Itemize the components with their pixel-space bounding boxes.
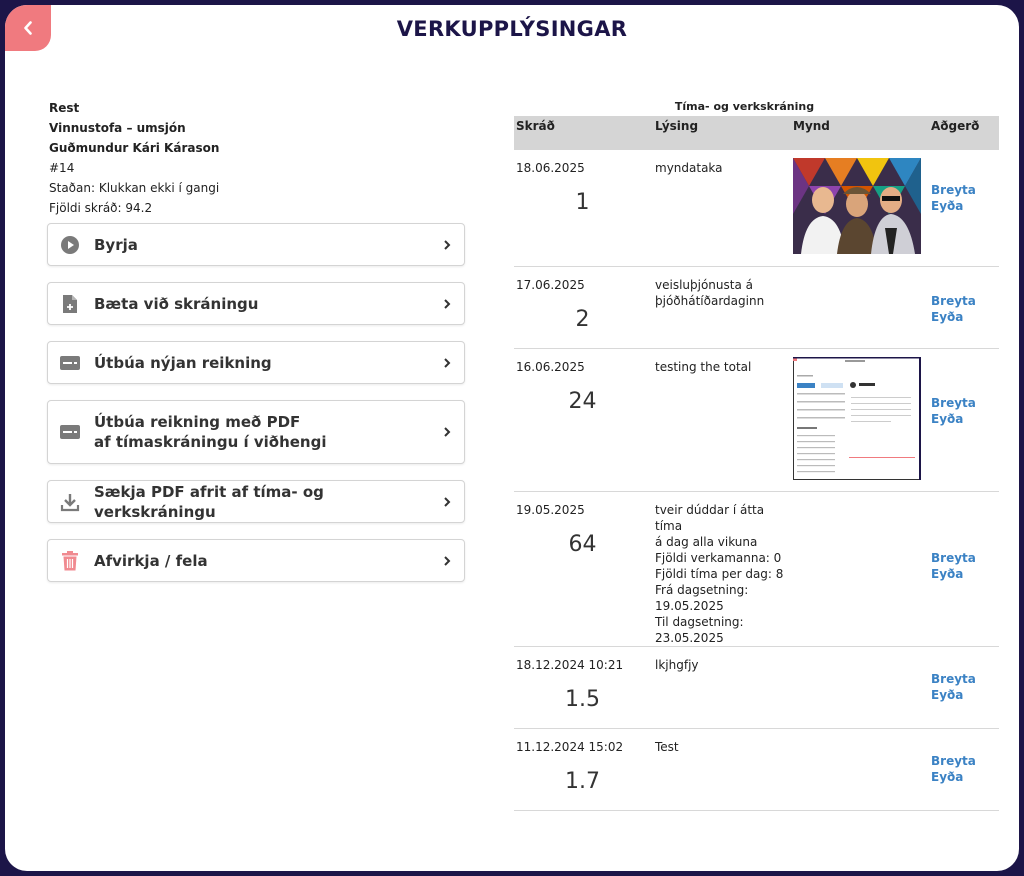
row-description: tveir dúddar í átta tíma á dag alla viku… xyxy=(655,502,784,645)
table-row: 19.05.2025 64 tveir dúddar í átta tíma á … xyxy=(514,491,999,647)
project-name: Rest xyxy=(49,101,80,115)
row-description: Test xyxy=(655,739,679,754)
row-date: 11.12.2024 15:02 xyxy=(516,739,624,754)
column-header-date: Skráð xyxy=(514,116,653,150)
row-date: 17.06.2025 xyxy=(516,277,585,292)
download-icon xyxy=(60,492,80,512)
delete-link[interactable]: Eyða xyxy=(931,769,995,785)
row-hours: 2 xyxy=(575,306,590,332)
row-date: 18.06.2025 xyxy=(516,161,585,175)
column-header-action: Aðgerð xyxy=(929,116,999,150)
row-hours: 1 xyxy=(575,190,590,215)
invoice-pdf-button[interactable]: Útbúa reikning með PDF af tímaskráningu … xyxy=(47,400,465,464)
row-photo[interactable] xyxy=(793,158,921,254)
row-screenshot[interactable] xyxy=(793,356,921,480)
download-pdf-label: Sækja PDF afrit af tíma- og verkskráning… xyxy=(94,482,324,521)
column-header-image: Mynd xyxy=(791,116,929,150)
delete-link[interactable]: Eyða xyxy=(931,309,995,325)
trash-icon xyxy=(60,550,80,571)
play-circle-icon xyxy=(60,235,80,255)
delete-link[interactable]: Eyða xyxy=(931,687,995,703)
table-caption: Tíma- og verkskráning xyxy=(674,100,815,113)
invoice-pdf-label: Útbúa reikning með PDF af tímaskráningu … xyxy=(94,413,327,451)
download-pdf-button[interactable]: Sækja PDF afrit af tíma- og verkskráning… xyxy=(47,480,465,523)
start-button[interactable]: Byrja xyxy=(47,223,465,266)
new-invoice-button[interactable]: Útbúa nýjan reikning xyxy=(47,341,465,384)
row-date: 19.05.2025 xyxy=(516,502,585,517)
row-hours: 24 xyxy=(568,388,597,414)
action-list: Byrja Bæta við skráningu Útbúa nýjan rei… xyxy=(47,223,465,598)
row-description: myndataka xyxy=(655,161,723,175)
table-row: 16.06.2025 24 testing the total Breyta E… xyxy=(514,348,999,492)
edit-link[interactable]: Breyta xyxy=(931,753,995,769)
time-log-table: Skráð Lýsing Mynd Aðgerð 18.06.2025 1 myn… xyxy=(514,116,999,811)
project-info: Rest Vinnustofa – umsjón Guðmundur Kári … xyxy=(49,98,219,218)
column-header-description: Lýsing xyxy=(653,116,791,150)
card-icon xyxy=(60,353,80,373)
add-entry-label: Bæta við skráningu xyxy=(94,294,259,313)
app-window: VERKUPPLÝSINGAR Rest Vinnustofa – umsjón… xyxy=(5,5,1019,871)
table-row: 11.12.2024 15:02 1.7 Test Breyta Eyða xyxy=(514,728,999,811)
deactivate-button[interactable]: Afvirkja / fela xyxy=(47,539,465,582)
deactivate-label: Afvirkja / fela xyxy=(94,551,208,570)
table-row: 18.06.2025 1 myndataka Breyta Eyða xyxy=(514,150,999,267)
row-date: 18.12.2024 10:21 xyxy=(516,657,624,672)
page-title: VERKUPPLÝSINGAR xyxy=(396,17,628,41)
row-description: lkjhgfjy xyxy=(655,657,699,672)
project-category: Vinnustofa – umsjón xyxy=(49,121,186,135)
project-logged: Fjöldi skráð: 94.2 xyxy=(49,201,153,215)
time-log-section: Tíma- og verkskráning Skráð Lýsing Mynd … xyxy=(514,98,999,811)
project-status: Staðan: Klukkan ekki í gangi xyxy=(49,181,220,195)
edit-link[interactable]: Breyta xyxy=(931,182,995,198)
project-person: Guðmundur Kári Kárason xyxy=(49,141,220,155)
project-number: #14 xyxy=(49,161,75,175)
edit-link[interactable]: Breyta xyxy=(931,293,995,309)
row-description: testing the total xyxy=(655,359,752,374)
chevron-right-icon xyxy=(444,496,451,507)
new-invoice-label: Útbúa nýjan reikning xyxy=(94,353,272,372)
chevron-right-icon xyxy=(444,427,451,437)
chevron-right-icon xyxy=(444,298,451,309)
edit-link[interactable]: Breyta xyxy=(931,671,995,687)
table-row: 18.12.2024 10:21 1.5 lkjhgfjy Breyta Eyða xyxy=(514,646,999,729)
row-description: veisluþjónusta á þjóðhátíðardaginn xyxy=(655,277,765,308)
chevron-right-icon xyxy=(444,357,451,368)
table-header-row: Skráð Lýsing Mynd Aðgerð xyxy=(514,116,999,150)
table-row: 17.06.2025 2 veisluþjónusta á þjóðhátíðar… xyxy=(514,266,999,349)
row-hours: 64 xyxy=(568,531,597,557)
chevron-right-icon xyxy=(444,555,451,566)
card-icon xyxy=(60,422,80,442)
edit-link[interactable]: Breyta xyxy=(931,550,995,566)
delete-link[interactable]: Eyða xyxy=(931,566,995,582)
start-label: Byrja xyxy=(94,235,138,254)
row-date: 16.06.2025 xyxy=(516,359,585,374)
row-hours: 1.5 xyxy=(565,686,600,712)
edit-link[interactable]: Breyta xyxy=(931,395,995,411)
row-hours: 1.7 xyxy=(565,768,600,794)
chevron-right-icon xyxy=(444,239,451,250)
file-plus-icon xyxy=(60,294,80,314)
delete-link[interactable]: Eyða xyxy=(931,198,995,214)
add-entry-button[interactable]: Bæta við skráningu xyxy=(47,282,465,325)
delete-link[interactable]: Eyða xyxy=(931,411,995,427)
